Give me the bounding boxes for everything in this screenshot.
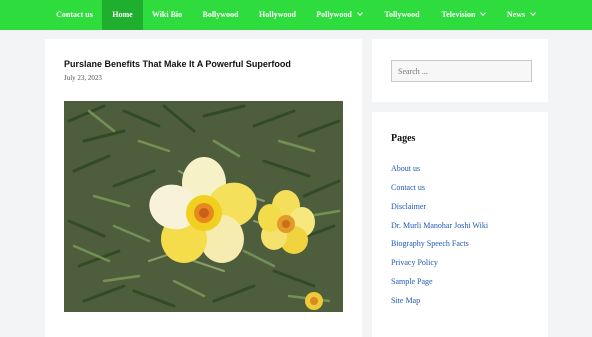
nav-label: Home	[112, 10, 133, 19]
page-link-disclaimer[interactable]: Disclaimer	[391, 202, 541, 211]
post-title[interactable]: Purslane Benefits That Make It A Powerfu…	[64, 59, 354, 69]
pages-widget: Pages About us Contact us Disclaimer Dr.…	[372, 112, 548, 337]
page-link-murli-manohar-joshi-wiki[interactable]: Dr. Murli Manohar Joshi Wiki	[391, 221, 541, 230]
nav-label: Wiki Bio	[151, 10, 183, 19]
nav-item-pollywood[interactable]: Pollywood	[305, 0, 373, 30]
top-navigation-bar: Contact us Home Wiki Bio Bollywood Holly…	[0, 0, 592, 30]
purslane-flower-photo	[64, 101, 343, 312]
article-card: Purslane Benefits That Make It A Powerfu…	[45, 39, 362, 337]
page-link-contact-us[interactable]: Contact us	[391, 183, 541, 192]
nav-label: Pollywood	[316, 10, 352, 19]
search-widget	[372, 39, 548, 102]
featured-image	[64, 101, 343, 312]
post-date: July 23, 2023	[64, 74, 102, 82]
nav-item-news[interactable]: News	[496, 0, 546, 30]
page-link-site-map[interactable]: Site Map	[391, 296, 541, 305]
nav-item-home[interactable]: Home	[102, 0, 143, 30]
nav-label: News	[506, 10, 526, 19]
nav-item-contact-us[interactable]: Contact us	[47, 0, 102, 30]
nav-label: Television	[441, 10, 476, 19]
chevron-down-icon	[530, 10, 536, 16]
page-link-about-us[interactable]: About us	[391, 164, 541, 173]
chevron-down-icon	[480, 10, 487, 16]
nav-item-wiki-bio[interactable]: Wiki Bio	[143, 0, 191, 30]
pages-widget-title: Pages	[391, 133, 416, 144]
page-link-privacy-policy[interactable]: Privacy Policy	[391, 258, 541, 267]
search-input[interactable]	[391, 60, 532, 82]
nav-label: Contact us	[56, 10, 93, 19]
nav-label: Hollywood	[259, 10, 296, 19]
nav-item-tollywood[interactable]: Tollywood	[373, 0, 431, 30]
nav-item-bollywood[interactable]: Bollywood	[191, 0, 250, 30]
nav-item-hollywood[interactable]: Hollywood	[250, 0, 305, 30]
chevron-down-icon	[356, 10, 363, 16]
page-link-biography-speech-facts[interactable]: Biography Speech Facts	[391, 239, 541, 248]
nav-item-television[interactable]: Television	[431, 0, 496, 30]
nav-label: Bollywood	[202, 10, 239, 19]
page-link-sample-page[interactable]: Sample Page	[391, 277, 541, 286]
nav-label: Tollywood	[384, 10, 420, 19]
